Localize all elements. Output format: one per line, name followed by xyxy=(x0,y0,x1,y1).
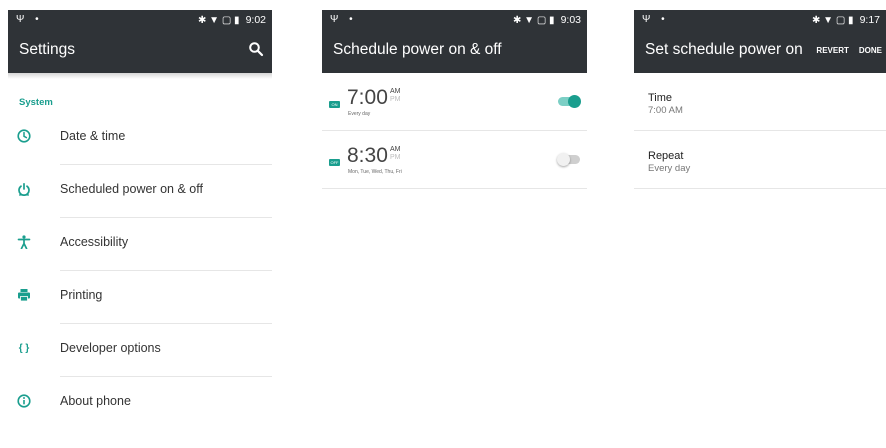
notification-icons: Ψ • xyxy=(16,14,43,25)
status-clock: 9:17 xyxy=(859,14,880,26)
status-bar: Ψ • ✱ ▼ ▢ ▮ 9:17 xyxy=(634,10,886,30)
settings-item-printing[interactable]: Printing xyxy=(8,271,272,324)
preference-title: Time xyxy=(648,92,673,104)
schedule-screen: Ψ • ✱ ▼ ▢ ▮ 9:03 Schedule power on & off… xyxy=(322,10,587,448)
power-on-schedule-row[interactable]: ON 7:00 AM PM Every day xyxy=(322,73,587,131)
settings-item-label: Date & time xyxy=(60,129,126,143)
info-icon xyxy=(16,393,32,409)
app-bar-actions: REVERT DONE xyxy=(816,46,882,55)
status-icons: ✱ ▼ ▢ ▮ 9:17 xyxy=(812,14,880,26)
app-bar: Set schedule power on REVERT DONE xyxy=(634,30,886,73)
clock-icon xyxy=(16,128,32,144)
am-pm-indicator: AM PM xyxy=(390,146,401,162)
app-bar: Schedule power on & off xyxy=(322,30,587,73)
settings-item-label: Accessibility xyxy=(60,235,129,249)
pm-label: PM xyxy=(390,96,401,103)
page-title: Settings xyxy=(19,41,76,58)
app-bar-shadow xyxy=(8,73,272,79)
page-title: Set schedule power on xyxy=(645,41,803,58)
am-pm-indicator: AM PM xyxy=(390,88,401,104)
system-icons: ✱ ▼ ▢ ▮ xyxy=(198,14,240,26)
power-off-schedule-row[interactable]: OFF 8:30 AM PM Mon, Tue, Wed, Thu, Fri xyxy=(322,131,587,189)
section-title: System xyxy=(19,97,53,108)
braces-icon: { } xyxy=(18,342,30,354)
settings-screen: Ψ • ✱ ▼ ▢ ▮ 9:02 Settings System Date & … xyxy=(8,10,272,448)
enable-toggle[interactable] xyxy=(558,95,581,108)
toggle-knob xyxy=(568,95,581,108)
settings-item-label: About phone xyxy=(60,394,131,408)
schedule-time: 7:00 xyxy=(347,86,388,109)
am-label: AM xyxy=(390,146,401,153)
settings-item-label: Developer options xyxy=(60,341,161,355)
settings-item-accessibility[interactable]: Accessibility xyxy=(8,218,272,271)
power-icon xyxy=(16,181,32,197)
accessibility-icon xyxy=(16,234,32,250)
settings-item-label: Scheduled power on & off xyxy=(60,182,203,196)
status-clock: 9:02 xyxy=(245,14,266,26)
repeat-days: Mon, Tue, Wed, Thu, Fri xyxy=(348,169,402,175)
toggle-knob xyxy=(557,153,570,166)
settings-item-label: Printing xyxy=(60,288,103,302)
done-button[interactable]: DONE xyxy=(859,46,882,55)
settings-item-about-phone[interactable]: About phone xyxy=(8,377,272,430)
repeat-preference[interactable]: Repeat Every day xyxy=(634,131,886,189)
search-icon[interactable] xyxy=(248,41,264,57)
notification-icons: Ψ • xyxy=(330,14,357,25)
set-schedule-screen: Ψ • ✱ ▼ ▢ ▮ 9:17 Set schedule power on R… xyxy=(634,10,886,448)
status-bar: Ψ • ✱ ▼ ▢ ▮ 9:03 xyxy=(322,10,587,30)
system-icons: ✱ ▼ ▢ ▮ xyxy=(812,14,854,26)
am-label: AM xyxy=(390,88,401,95)
preference-summary: 7:00 AM xyxy=(648,105,683,116)
repeat-days: Every day xyxy=(348,111,371,117)
status-icons: ✱ ▼ ▢ ▮ 9:02 xyxy=(198,14,266,26)
settings-item-developer-options[interactable]: { } Developer options xyxy=(8,324,272,377)
notification-icons: Ψ • xyxy=(642,14,669,25)
status-icons: ✱ ▼ ▢ ▮ 9:03 xyxy=(513,14,581,26)
settings-item-scheduled-power[interactable]: Scheduled power on & off xyxy=(8,165,272,218)
settings-item-date-time[interactable]: Date & time xyxy=(8,112,272,165)
printer-icon xyxy=(16,287,32,303)
schedule-time: 8:30 xyxy=(347,144,388,167)
status-bar: Ψ • ✱ ▼ ▢ ▮ 9:02 xyxy=(8,10,272,30)
system-icons: ✱ ▼ ▢ ▮ xyxy=(513,14,555,26)
preference-title: Repeat xyxy=(648,150,684,162)
revert-button[interactable]: REVERT xyxy=(816,46,848,55)
on-badge: ON xyxy=(329,101,340,108)
app-bar: Settings xyxy=(8,30,272,73)
time-preference[interactable]: Time 7:00 AM xyxy=(634,73,886,131)
enable-toggle[interactable] xyxy=(557,153,580,166)
status-clock: 9:03 xyxy=(560,14,581,26)
off-badge: OFF xyxy=(329,159,340,166)
preference-summary: Every day xyxy=(648,163,691,174)
pm-label: PM xyxy=(390,154,401,161)
page-title: Schedule power on & off xyxy=(333,41,502,58)
